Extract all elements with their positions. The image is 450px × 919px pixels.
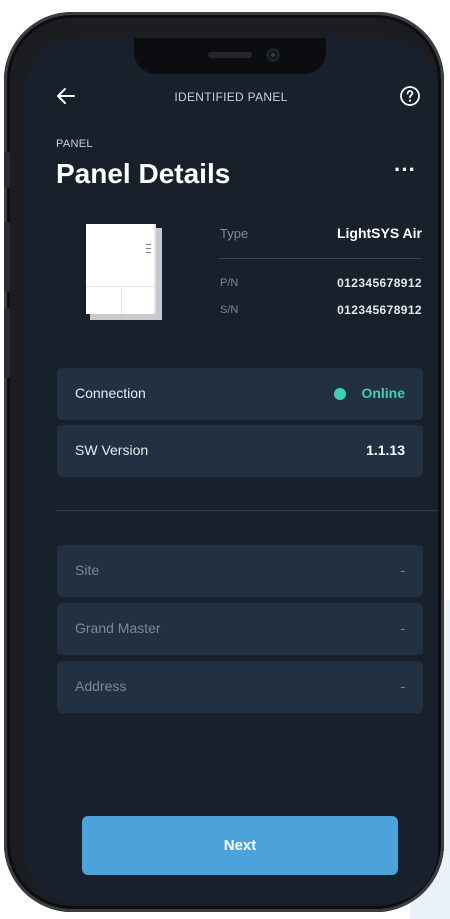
grand-master-label: Grand Master	[75, 620, 161, 636]
arrow-left-icon[interactable]	[54, 84, 78, 108]
type-value: LightSYS Air	[336, 225, 422, 241]
site-value: -	[400, 562, 405, 578]
device-led	[146, 244, 151, 245]
notch	[134, 38, 326, 74]
site-label: Site	[75, 562, 100, 578]
address-label: Address	[75, 678, 127, 694]
sn-label: S/N	[220, 304, 239, 316]
site-field[interactable]: Site -	[57, 545, 423, 597]
connection-status: Online	[361, 385, 405, 401]
connection-label: Connection	[75, 385, 146, 401]
topbar-title: IDENTIFIED PANEL	[174, 90, 288, 104]
sw-version-value: 1.1.13	[366, 442, 405, 458]
camera-icon	[266, 48, 280, 62]
section-label: PANEL	[56, 138, 93, 150]
sw-version-card: SW Version 1.1.13	[57, 425, 423, 477]
grand-master-value: -	[400, 620, 405, 636]
mute-switch	[4, 152, 10, 188]
more-horizontal-icon[interactable]: ···	[392, 159, 418, 183]
online-status-icon	[334, 388, 346, 400]
grand-master-field[interactable]: Grand Master -	[57, 603, 423, 655]
address-field[interactable]: Address -	[57, 661, 423, 713]
speaker	[208, 52, 252, 58]
pn-value: 012345678912	[337, 276, 422, 290]
connection-card: Connection Online	[57, 368, 423, 420]
sw-version-label: SW Version	[75, 442, 149, 458]
device-front	[86, 224, 156, 314]
type-label: Type	[220, 226, 249, 241]
address-value: -	[400, 678, 405, 694]
question-circle-icon[interactable]	[398, 84, 422, 108]
pn-label: P/N	[220, 277, 239, 289]
volume-up-button	[4, 222, 10, 292]
phone-frame: IDENTIFIED PANEL PANEL Panel Details ···	[4, 12, 444, 912]
next-button[interactable]: Next	[82, 816, 398, 875]
top-bar: IDENTIFIED PANEL	[24, 78, 438, 114]
volume-down-button	[4, 308, 10, 378]
device-led	[146, 252, 151, 253]
page-title: Panel Details	[56, 158, 231, 189]
panel-device-image	[86, 224, 162, 320]
device-seam	[121, 286, 122, 314]
spec-divider	[218, 258, 422, 259]
device-led	[146, 248, 151, 249]
app-screen: IDENTIFIED PANEL PANEL Panel Details ···	[24, 38, 438, 904]
sn-value: 012345678912	[337, 303, 422, 317]
section-divider	[56, 510, 438, 511]
